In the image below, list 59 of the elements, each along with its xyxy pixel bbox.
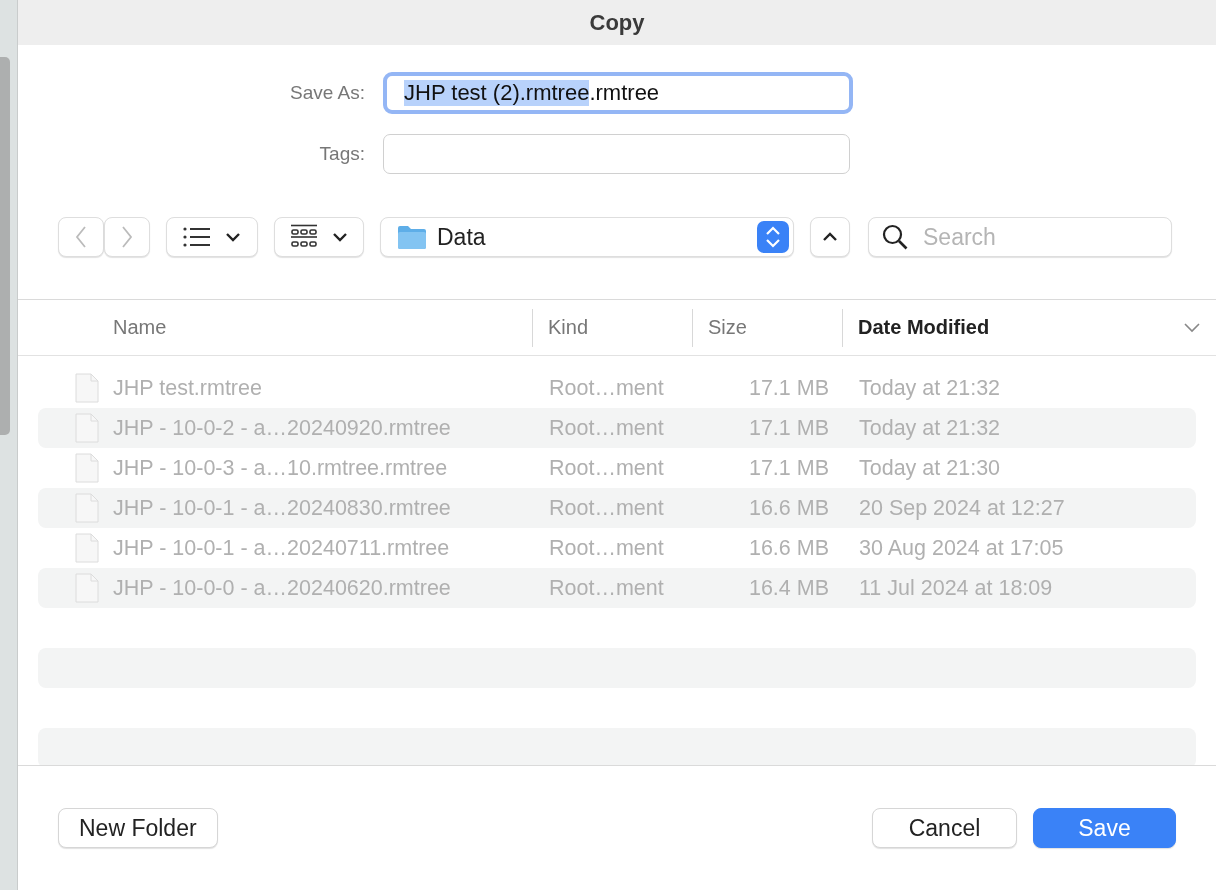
tags-field[interactable] [383,134,850,174]
chevron-left-icon [75,226,87,248]
file-icon [75,573,99,603]
file-date: Today at 21:32 [858,375,1002,401]
list-icon [183,226,211,248]
chevron-down-icon[interactable] [1184,322,1200,333]
location-popup[interactable]: Data [380,217,794,257]
file-date: 30 Aug 2024 at 17:05 [858,535,1065,561]
dialog-button[interactable]: Save [1033,808,1176,848]
search-icon [882,224,908,250]
parent-folder-button[interactable] [810,217,850,257]
file-date: Today at 21:30 [858,455,1002,481]
file-kind: Root…ment [549,535,665,561]
file-icon [75,493,99,523]
stepper-icon [757,221,789,253]
file-name: JHP - 10-0-1 - a…20240830.rmtree [112,495,452,521]
file-size: 17.1 MB [747,375,829,401]
column-header[interactable]: Size [708,316,747,339]
file-kind: Root…ment [549,575,665,601]
file-size: 16.6 MB [747,495,829,521]
file-kind: Root…ment [549,415,665,441]
chevron-down-icon [332,232,348,242]
window-title: Copy [589,9,645,36]
file-name: JHP - 10-0-2 - a…20240920.rmtree [112,415,452,441]
file-icon [75,533,99,563]
save-as-label: Save As: [289,82,365,104]
file-size: 17.1 MB [747,455,829,481]
file-kind: Root…ment [549,455,665,481]
search-field[interactable]: Search [868,217,1172,257]
column-header[interactable]: Kind [548,316,589,339]
chevron-down-icon [225,232,241,242]
file-date: Today at 21:32 [858,415,1002,441]
folder-icon [397,224,427,250]
group-button[interactable] [274,217,364,257]
column-header[interactable]: Date Modified [858,316,990,339]
file-size: 16.4 MB [747,575,829,601]
file-size: 17.1 MB [747,415,829,441]
dialog-button[interactable]: New Folder [58,808,218,848]
file-name: JHP - 10-0-3 - a…10.rmtree.rmtree [112,455,449,481]
scrollbar[interactable] [0,57,10,435]
chevron-up-icon [822,232,838,242]
grid-icon [290,224,318,250]
file-icon [75,413,99,443]
file-size: 16.6 MB [747,535,829,561]
save-as-field[interactable]: JHP test (2).rmtree.rmtree [383,72,853,114]
file-name: JHP - 10-0-0 - a…20240620.rmtree [112,575,452,601]
file-date: 11 Jul 2024 at 18:09 [858,575,1054,601]
file-icon [75,453,99,483]
file-name: JHP test.rmtree [112,375,263,401]
file-date: 20 Sep 2024 at 12:27 [858,495,1066,521]
column-header[interactable]: Name [113,316,167,339]
file-icon [75,373,99,403]
file-kind: Root…ment [549,495,665,521]
list-view-button[interactable] [166,217,258,257]
file-kind: Root…ment [549,375,665,401]
chevron-right-icon [121,226,133,248]
tags-label: Tags: [318,143,365,165]
dialog-button[interactable]: Cancel [872,808,1017,848]
file-name: JHP - 10-0-1 - a…20240711.rmtree [112,535,451,561]
